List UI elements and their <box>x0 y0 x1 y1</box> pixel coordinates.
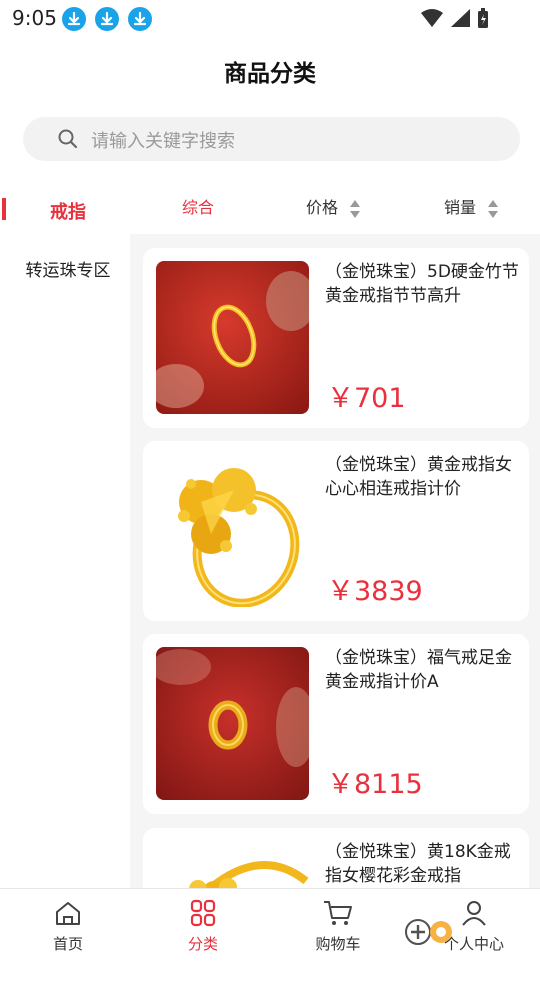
product-price: ￥701 <box>327 376 406 415</box>
sort-label: 价格 <box>306 198 338 217</box>
download-notification-icon <box>62 7 86 31</box>
product-image-bamboo-ring[interactable] <box>156 261 309 414</box>
download-notification-icon <box>95 7 119 31</box>
product-name[interactable]: （金悦珠宝）黄18K金戒指女樱花彩金戒指 <box>325 840 519 888</box>
sort-sales[interactable]: 销量 <box>444 194 499 220</box>
tab-label: 分类 <box>153 933 253 954</box>
tab-cart[interactable]: 购物车 <box>288 899 388 954</box>
search-input[interactable]: 请输入关键字搜索 <box>91 127 235 153</box>
sort-label: 综合 <box>182 198 214 217</box>
download-notification-icon <box>128 7 152 31</box>
home-icon <box>53 899 83 927</box>
product-name[interactable]: （金悦珠宝）福气戒足金黄金戒指计价A <box>325 646 519 694</box>
cart-icon <box>322 899 354 927</box>
product-name[interactable]: （金悦珠宝）5D硬金竹节黄金戒指节节高升 <box>325 260 519 308</box>
tab-home[interactable]: 首页 <box>18 899 118 954</box>
sort-comprehensive[interactable]: 综合 <box>182 194 214 218</box>
sort-label: 销量 <box>444 198 476 217</box>
status-bar: 9:05 <box>0 0 540 36</box>
signal-icon <box>451 9 470 27</box>
page-title: 商品分类 <box>0 54 540 88</box>
page-header: 商品分类 <box>0 36 540 102</box>
wifi-icon <box>421 9 443 27</box>
product-image-band-ring[interactable] <box>156 647 309 800</box>
search-bar[interactable]: 请输入关键字搜索 <box>23 117 520 161</box>
tab-label: 首页 <box>18 933 118 954</box>
category-item-lucky-beads[interactable]: 转运珠专区 <box>0 256 136 281</box>
status-time: 9:05 <box>12 6 57 30</box>
watermark-logo <box>404 910 534 954</box>
sort-arrows-icon <box>349 198 361 220</box>
product-price: ￥8115 <box>327 762 423 801</box>
product-price: ￥3839 <box>327 569 423 608</box>
product-image-heart-ring[interactable] <box>156 454 309 607</box>
product-card[interactable]: （金悦珠宝）福气戒足金黄金戒指计价A ￥8115 <box>143 634 529 814</box>
battery-icon <box>478 8 488 28</box>
product-name[interactable]: （金悦珠宝）黄金戒指女心心相连戒指计价 <box>325 453 519 501</box>
sort-arrows-icon <box>487 198 499 220</box>
search-icon <box>57 128 79 154</box>
category-item-rings[interactable]: 戒指 <box>0 198 136 224</box>
product-card[interactable]: （金悦珠宝）5D硬金竹节黄金戒指节节高升 ￥701 <box>143 248 529 428</box>
sort-price[interactable]: 价格 <box>306 194 361 220</box>
category-grid-icon <box>188 899 218 927</box>
tab-label: 购物车 <box>288 933 388 954</box>
tab-category[interactable]: 分类 <box>153 899 253 954</box>
product-card[interactable]: （金悦珠宝）黄金戒指女心心相连戒指计价 ￥3839 <box>143 441 529 621</box>
status-icons <box>420 7 500 35</box>
